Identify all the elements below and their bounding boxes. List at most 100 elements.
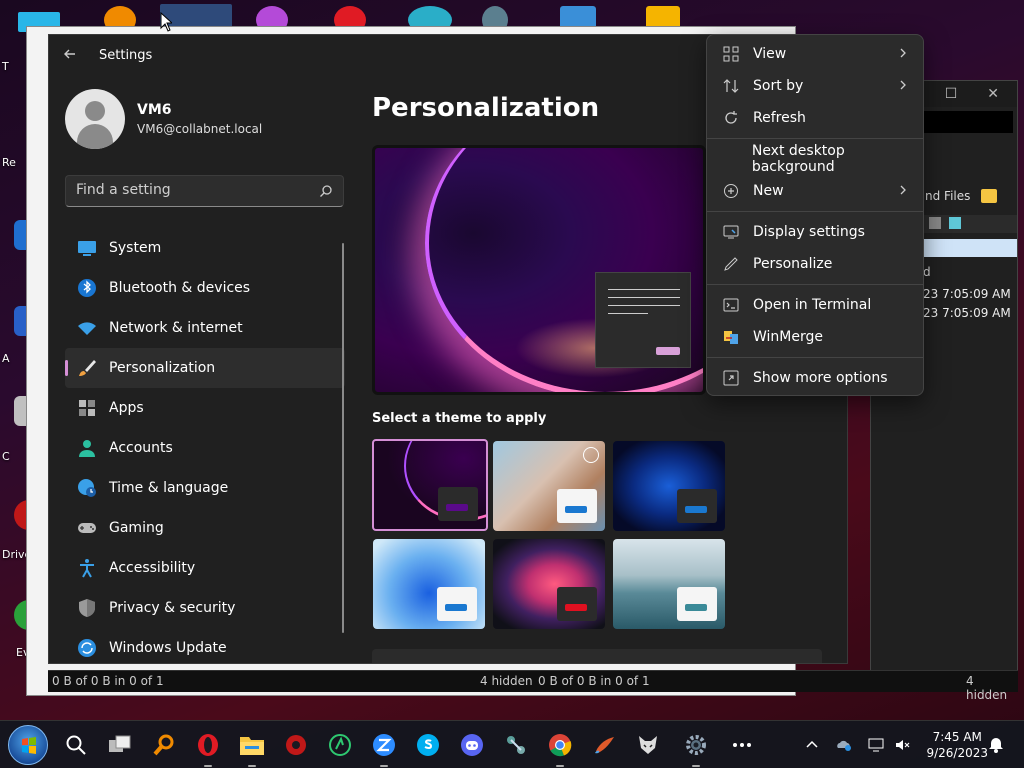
taskbar-app-network[interactable] bbox=[500, 729, 532, 761]
network-tray-icon[interactable] bbox=[868, 737, 884, 753]
refresh-icon bbox=[725, 111, 737, 124]
close-icon[interactable]: ✕ bbox=[987, 86, 999, 102]
menu-item-open-terminal[interactable]: Open in Terminal bbox=[711, 290, 919, 320]
menu-item-show-more-options[interactable]: Show more options bbox=[711, 363, 919, 393]
menu-item-new[interactable]: New bbox=[711, 176, 919, 206]
search-input[interactable] bbox=[76, 182, 306, 198]
menu-item-refresh[interactable]: Refresh bbox=[711, 103, 919, 133]
taskbar-app-settings[interactable] bbox=[680, 729, 712, 767]
menu-label: Show more options bbox=[753, 370, 888, 386]
volume-muted-icon[interactable] bbox=[894, 737, 910, 753]
theme-tile[interactable] bbox=[613, 539, 725, 629]
clock-time: 7:45 AM bbox=[932, 730, 982, 744]
menu-item-next-background[interactable]: Next desktop background bbox=[711, 143, 919, 175]
search-box[interactable] bbox=[65, 175, 344, 207]
chevron-right-icon bbox=[900, 80, 906, 90]
nav-item-privacy[interactable]: Privacy & security bbox=[65, 588, 345, 628]
brush-icon bbox=[79, 360, 96, 376]
toolbar-icon[interactable] bbox=[929, 217, 941, 229]
nav-label: Accessibility bbox=[109, 560, 196, 576]
desktop-label: Re bbox=[2, 156, 16, 169]
winmerge-icon bbox=[724, 331, 738, 344]
status-hidden-right: 4 hidden bbox=[966, 674, 1008, 702]
task-view-icon bbox=[109, 735, 131, 752]
chevron-right-icon bbox=[900, 185, 906, 195]
menu-label: Next desktop background bbox=[751, 143, 845, 175]
nav-item-personalization[interactable]: Personalization bbox=[65, 348, 345, 388]
menu-label: View bbox=[753, 46, 787, 62]
nav-item-time-language[interactable]: Time & language bbox=[65, 468, 345, 508]
taskbar-app-paint[interactable] bbox=[588, 729, 620, 761]
menu-item-view[interactable]: View bbox=[711, 39, 919, 69]
maximize-icon[interactable]: ☐ bbox=[945, 86, 958, 102]
nav-item-gaming[interactable]: Gaming bbox=[65, 508, 345, 548]
taskbar-app-fox[interactable] bbox=[632, 729, 664, 761]
menu-item-winmerge[interactable]: WinMerge bbox=[711, 322, 919, 352]
mouse-cursor-icon bbox=[160, 12, 172, 32]
nav-scrollbar[interactable] bbox=[342, 243, 344, 633]
avatar[interactable] bbox=[65, 89, 125, 149]
context-menu: View Sort by Refresh Next desktop backgr… bbox=[706, 34, 924, 396]
menu-item-display-settings[interactable]: Display settings bbox=[711, 217, 919, 247]
files-label[interactable]: nd Files bbox=[925, 189, 970, 203]
shield-icon bbox=[79, 599, 95, 617]
theme-tile[interactable] bbox=[613, 441, 725, 531]
desktop-label: C bbox=[2, 450, 10, 463]
nav-label: Privacy & security bbox=[109, 600, 236, 616]
table-row[interactable]: 23 7:05:09 AM bbox=[923, 306, 1011, 320]
taskbar-app-skype[interactable] bbox=[412, 729, 444, 761]
nav-item-accounts[interactable]: Accounts bbox=[65, 428, 345, 468]
taskbar-app-green[interactable] bbox=[324, 729, 356, 761]
globe-clock-icon bbox=[78, 479, 96, 497]
folder-icon bbox=[240, 737, 264, 755]
menu-label: WinMerge bbox=[753, 329, 823, 345]
back-arrow-icon[interactable] bbox=[63, 47, 79, 63]
selected-row[interactable] bbox=[917, 239, 1017, 257]
search-icon[interactable] bbox=[319, 184, 333, 198]
accessibility-icon bbox=[80, 559, 94, 578]
folder-icon[interactable] bbox=[981, 189, 997, 203]
theme-tile[interactable] bbox=[373, 539, 485, 629]
task-view-button[interactable] bbox=[104, 729, 136, 761]
taskbar-app-file-explorer[interactable] bbox=[236, 729, 268, 767]
taskbar-app-search-everything[interactable] bbox=[148, 729, 180, 761]
onedrive-icon[interactable] bbox=[836, 737, 852, 753]
start-button[interactable] bbox=[8, 725, 48, 765]
taskbar-search-button[interactable] bbox=[60, 729, 92, 761]
nav-label: Time & language bbox=[109, 480, 229, 496]
nav-item-windows-update[interactable]: Windows Update bbox=[65, 628, 345, 663]
taskbar-app-red[interactable] bbox=[280, 729, 312, 761]
table-row[interactable]: 23 7:05:09 AM bbox=[923, 287, 1011, 301]
column-header[interactable]: d bbox=[923, 265, 931, 279]
taskbar-app-discord[interactable] bbox=[456, 729, 488, 761]
taskbar-app-chrome[interactable] bbox=[544, 729, 576, 767]
user-profile[interactable]: VM6 VM6@collabnet.local bbox=[65, 89, 262, 149]
theme-tile[interactable] bbox=[372, 439, 488, 531]
theme-preview bbox=[372, 145, 706, 395]
nav-item-system[interactable]: System bbox=[65, 228, 345, 268]
terminal-icon bbox=[723, 298, 739, 312]
sort-icon bbox=[723, 79, 739, 93]
network-app-icon bbox=[507, 736, 525, 754]
page-title: Personalization bbox=[372, 93, 600, 123]
nav-item-bluetooth[interactable]: Bluetooth & devices bbox=[65, 268, 345, 308]
taskbar-overflow-button[interactable] bbox=[726, 729, 758, 761]
theme-tile[interactable] bbox=[493, 441, 605, 531]
filter-icon[interactable] bbox=[949, 217, 961, 229]
system-clock[interactable]: 7:45 AM 9/26/2023 bbox=[926, 729, 988, 761]
nav-item-accessibility[interactable]: Accessibility bbox=[65, 548, 345, 588]
chevron-up-icon[interactable] bbox=[804, 737, 820, 753]
notification-bell-icon[interactable] bbox=[988, 737, 1004, 753]
nav-item-apps[interactable]: Apps bbox=[65, 388, 345, 428]
address-bar[interactable] bbox=[921, 111, 1013, 133]
taskbar-app-opera[interactable] bbox=[192, 729, 224, 767]
opera-icon bbox=[198, 734, 218, 756]
menu-item-personalize[interactable]: Personalize bbox=[711, 249, 919, 279]
bluetooth-icon bbox=[78, 279, 96, 297]
nav-item-network[interactable]: Network & internet bbox=[65, 308, 345, 348]
plus-circle-icon bbox=[724, 184, 738, 198]
menu-item-sort-by[interactable]: Sort by bbox=[711, 71, 919, 101]
chevron-right-icon bbox=[900, 48, 906, 58]
theme-tile[interactable] bbox=[493, 539, 605, 629]
taskbar-app-zoom[interactable] bbox=[368, 729, 400, 767]
